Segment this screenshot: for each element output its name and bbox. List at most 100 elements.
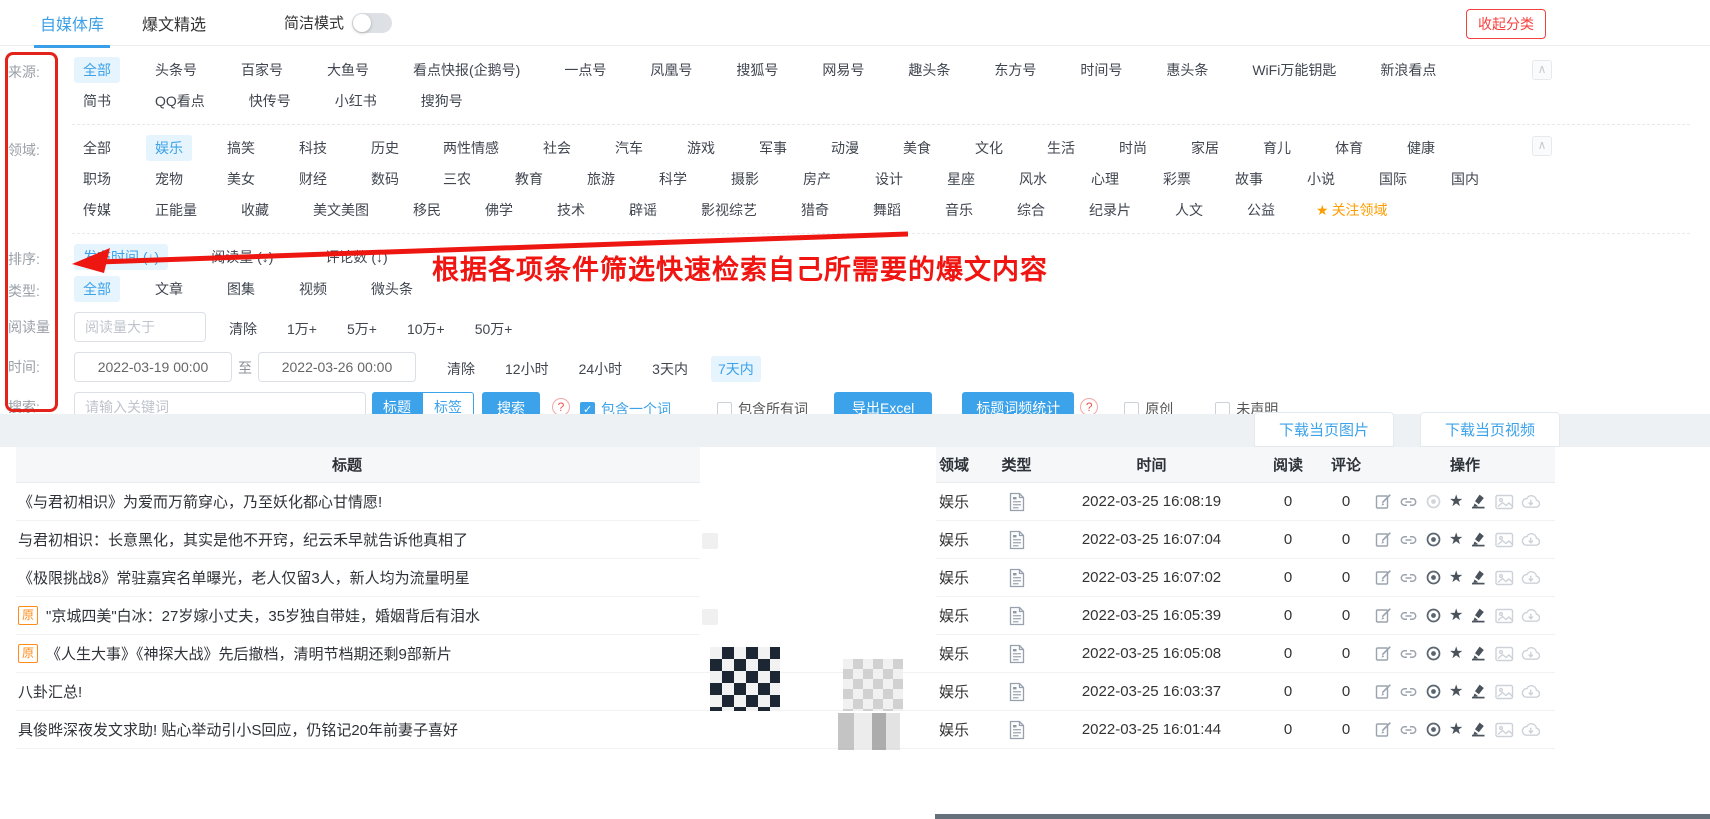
time-option[interactable]: 7天内 xyxy=(711,356,761,382)
type-chip[interactable]: 视频 xyxy=(290,276,336,302)
field-chip[interactable]: 音乐 xyxy=(936,197,982,223)
field-chip[interactable]: 汽车 xyxy=(606,135,652,161)
stamp-download-icon[interactable] xyxy=(1470,721,1488,738)
field-chip[interactable]: 动漫 xyxy=(822,135,868,161)
source-chip[interactable]: 网易号 xyxy=(813,57,873,83)
field-chip[interactable]: 纪录片 xyxy=(1080,197,1140,223)
field-chip[interactable]: 故事 xyxy=(1226,166,1272,192)
link-icon[interactable] xyxy=(1399,493,1418,511)
stamp-download-icon[interactable] xyxy=(1470,531,1488,548)
target-icon[interactable] xyxy=(1425,493,1442,510)
source-chip[interactable]: 趣头条 xyxy=(899,57,959,83)
field-chip[interactable]: 游戏 xyxy=(678,135,724,161)
field-chip[interactable]: 风水 xyxy=(1010,166,1056,192)
time-from-input[interactable] xyxy=(74,352,232,382)
sort-chip[interactable]: 评论数 (↓) xyxy=(316,244,396,270)
star-icon[interactable]: ★ xyxy=(1449,494,1463,510)
source-chip[interactable]: WiFi万能钥匙 xyxy=(1243,57,1345,83)
sort-chip[interactable]: 阅读量 (↓) xyxy=(202,244,282,270)
stamp-download-icon[interactable] xyxy=(1470,607,1488,624)
note-edit-icon[interactable] xyxy=(1375,607,1392,624)
time-to-input[interactable] xyxy=(258,352,416,382)
field-chip[interactable]: 小说 xyxy=(1298,166,1344,192)
link-icon[interactable] xyxy=(1399,645,1418,663)
field-chip[interactable]: 全部 xyxy=(74,135,120,161)
link-icon[interactable] xyxy=(1399,569,1418,587)
field-chip[interactable]: 健康 xyxy=(1398,135,1444,161)
row-title[interactable]: 八卦汇总! xyxy=(16,681,684,702)
row-title[interactable]: 原《人生大事》《神探大战》先后撤档，清明节档期还剩9部新片 xyxy=(16,643,684,664)
field-chip[interactable]: 房产 xyxy=(794,166,840,192)
field-chip[interactable]: 星座 xyxy=(938,166,984,192)
read-count-option[interactable]: 10万+ xyxy=(400,316,452,342)
star-icon[interactable]: ★ xyxy=(1449,532,1463,548)
field-chip[interactable]: 宠物 xyxy=(146,166,192,192)
time-option[interactable]: 3天内 xyxy=(645,356,695,382)
download-page-videos-button[interactable]: 下载当页视频 xyxy=(1420,412,1560,447)
field-chip[interactable]: 家居 xyxy=(1182,135,1228,161)
type-chip[interactable]: 微头条 xyxy=(362,276,422,302)
collapse-source-icon[interactable]: ∧ xyxy=(1532,60,1552,80)
field-chip[interactable]: 传媒 xyxy=(74,197,120,223)
field-chip[interactable]: 佛学 xyxy=(476,197,522,223)
source-chip[interactable]: 搜狐号 xyxy=(727,57,787,83)
link-icon[interactable] xyxy=(1399,721,1418,739)
sort-chip[interactable]: 发布时间 (↓) xyxy=(74,244,168,270)
image-icon[interactable] xyxy=(1495,684,1514,700)
field-chip[interactable]: 社会 xyxy=(534,135,580,161)
field-chip[interactable]: 两性情感 xyxy=(434,135,508,161)
download-page-images-button[interactable]: 下载当页图片 xyxy=(1254,412,1394,447)
target-icon[interactable] xyxy=(1425,569,1442,586)
image-icon[interactable] xyxy=(1495,570,1514,586)
collapse-categories-button[interactable]: 收起分类 xyxy=(1466,9,1546,39)
field-chip[interactable]: 娱乐 xyxy=(146,135,192,161)
read-count-option[interactable]: 50万+ xyxy=(468,316,520,342)
stamp-download-icon[interactable] xyxy=(1470,493,1488,510)
source-chip[interactable]: 简书 xyxy=(74,88,120,114)
field-chip[interactable]: 军事 xyxy=(750,135,796,161)
star-icon[interactable]: ★ xyxy=(1449,646,1463,662)
link-icon[interactable] xyxy=(1399,531,1418,549)
note-edit-icon[interactable] xyxy=(1375,683,1392,700)
field-chip[interactable]: 技术 xyxy=(548,197,594,223)
source-chip[interactable]: QQ看点 xyxy=(146,88,214,114)
cloud-download-icon[interactable] xyxy=(1521,646,1540,661)
source-chip[interactable]: 新浪看点 xyxy=(1371,57,1445,83)
cloud-download-icon[interactable] xyxy=(1521,608,1540,623)
note-edit-icon[interactable] xyxy=(1375,721,1392,738)
source-chip[interactable]: 一点号 xyxy=(555,57,615,83)
image-icon[interactable] xyxy=(1495,608,1514,624)
image-icon[interactable] xyxy=(1495,494,1514,510)
source-chip[interactable]: 东方号 xyxy=(985,57,1045,83)
source-chip[interactable]: 搜狗号 xyxy=(412,88,472,114)
field-chip[interactable]: 教育 xyxy=(506,166,552,192)
field-chip[interactable]: 美女 xyxy=(218,166,264,192)
field-chip[interactable]: 影视综艺 xyxy=(692,197,766,223)
row-title[interactable]: 具俊晔深夜发文求助! 贴心举动引小S回应，仍铭记20年前妻子喜好 xyxy=(16,719,684,740)
follow-field-link[interactable]: ★关注领域 xyxy=(1316,200,1388,220)
field-chip[interactable]: 公益 xyxy=(1238,197,1284,223)
star-icon[interactable]: ★ xyxy=(1449,684,1463,700)
field-chip[interactable]: 正能量 xyxy=(146,197,206,223)
type-chip[interactable]: 文章 xyxy=(146,276,192,302)
simple-mode-toggle[interactable] xyxy=(352,13,392,33)
field-chip[interactable]: 科技 xyxy=(290,135,336,161)
cloud-download-icon[interactable] xyxy=(1521,494,1540,509)
cloud-download-icon[interactable] xyxy=(1521,570,1540,585)
field-chip[interactable]: 职场 xyxy=(74,166,120,192)
star-icon[interactable]: ★ xyxy=(1449,570,1463,586)
field-chip[interactable]: 旅游 xyxy=(578,166,624,192)
read-count-clear[interactable]: 清除 xyxy=(222,316,264,342)
source-chip[interactable]: 全部 xyxy=(74,57,120,83)
target-icon[interactable] xyxy=(1425,721,1442,738)
field-chip[interactable]: 辟谣 xyxy=(620,197,666,223)
field-chip[interactable]: 文化 xyxy=(966,135,1012,161)
image-icon[interactable] xyxy=(1495,722,1514,738)
field-chip[interactable]: 三农 xyxy=(434,166,480,192)
type-chip[interactable]: 全部 xyxy=(74,276,120,302)
source-chip[interactable]: 小红书 xyxy=(326,88,386,114)
field-chip[interactable]: 科学 xyxy=(650,166,696,192)
target-icon[interactable] xyxy=(1425,683,1442,700)
link-icon[interactable] xyxy=(1399,683,1418,701)
tab-media-library[interactable]: 自媒体库 xyxy=(40,11,104,35)
